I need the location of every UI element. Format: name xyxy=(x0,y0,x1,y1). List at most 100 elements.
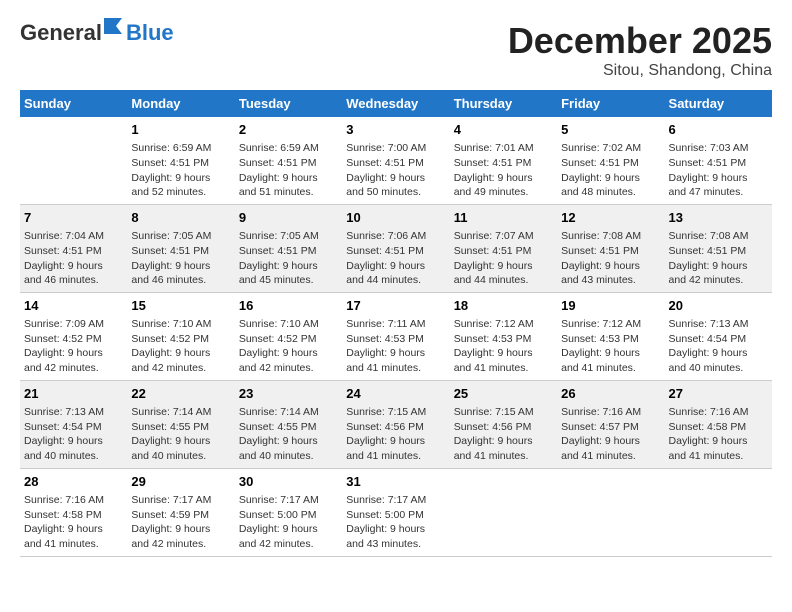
day-info: Sunrise: 7:11 AMSunset: 4:53 PMDaylight:… xyxy=(346,317,445,376)
calendar-cell: 4 Sunrise: 7:01 AMSunset: 4:51 PMDaylight… xyxy=(450,117,557,204)
page-title: December 2025 xyxy=(508,20,772,62)
calendar-cell: 14 Sunrise: 7:09 AMSunset: 4:52 PMDayligh… xyxy=(20,292,127,380)
header-wednesday: Wednesday xyxy=(342,90,449,117)
calendar-cell: 28 Sunrise: 7:16 AMSunset: 4:58 PMDayligh… xyxy=(20,468,127,556)
calendar-cell: 19Sunrise: 7:12 AMSunset: 4:53 PMDayligh… xyxy=(557,292,664,380)
day-number: 31 xyxy=(346,473,445,491)
day-number: 13 xyxy=(669,209,768,227)
day-info: Sunrise: 7:05 AMSunset: 4:51 PMDaylight:… xyxy=(239,229,338,288)
day-number: 11 xyxy=(454,209,553,227)
day-info: Sunrise: 7:05 AMSunset: 4:51 PMDaylight:… xyxy=(131,229,230,288)
day-info: Sunrise: 7:15 AMSunset: 4:56 PMDaylight:… xyxy=(346,405,445,464)
calendar-cell: 27 Sunrise: 7:16 AMSunset: 4:58 PMDayligh… xyxy=(665,380,772,468)
day-info: Sunrise: 7:15 AMSunset: 4:56 PMDaylight:… xyxy=(454,405,553,464)
day-number: 8 xyxy=(131,209,230,227)
calendar-cell: 1 Sunrise: 6:59 AMSunset: 4:51 PMDaylight… xyxy=(127,117,234,204)
day-info: Sunrise: 7:03 AMSunset: 4:51 PMDaylight:… xyxy=(669,141,768,200)
calendar-cell: 2Sunrise: 6:59 AMSunset: 4:51 PMDaylight… xyxy=(235,117,342,204)
day-number: 15 xyxy=(131,297,230,315)
calendar-cell: 5 Sunrise: 7:02 AMSunset: 4:51 PMDaylight… xyxy=(557,117,664,204)
calendar-cell: 13 Sunrise: 7:08 AMSunset: 4:51 PMDayligh… xyxy=(665,204,772,292)
day-number: 16 xyxy=(239,297,338,315)
calendar-cell: 8 Sunrise: 7:05 AMSunset: 4:51 PMDaylight… xyxy=(127,204,234,292)
calendar-week-row: 21 Sunrise: 7:13 AMSunset: 4:54 PMDayligh… xyxy=(20,380,772,468)
calendar-cell xyxy=(450,468,557,556)
page-header: General Blue December 2025 Sitou, Shando… xyxy=(20,20,772,80)
header-tuesday: Tuesday xyxy=(235,90,342,117)
logo-flag-icon xyxy=(104,18,126,34)
calendar-cell: 26 Sunrise: 7:16 AMSunset: 4:57 PMDayligh… xyxy=(557,380,664,468)
day-number: 5 xyxy=(561,121,660,139)
day-info: Sunrise: 6:59 AMSunset: 4:51 PMDaylight:… xyxy=(131,141,230,200)
day-number: 28 xyxy=(24,473,123,491)
day-info: Sunrise: 7:14 AMSunset: 4:55 PMDaylight:… xyxy=(239,405,338,464)
calendar-cell: 9 Sunrise: 7:05 AMSunset: 4:51 PMDaylight… xyxy=(235,204,342,292)
calendar-cell: 17 Sunrise: 7:11 AMSunset: 4:53 PMDayligh… xyxy=(342,292,449,380)
day-number: 19 xyxy=(561,297,660,315)
day-number: 17 xyxy=(346,297,445,315)
calendar-cell: 31Sunrise: 7:17 AMSunset: 5:00 PMDayligh… xyxy=(342,468,449,556)
day-info: Sunrise: 7:07 AMSunset: 4:51 PMDaylight:… xyxy=(454,229,553,288)
day-number: 7 xyxy=(24,209,123,227)
logo: General Blue xyxy=(20,20,174,46)
day-number: 22 xyxy=(131,385,230,403)
days-of-week-row: Sunday Monday Tuesday Wednesday Thursday… xyxy=(20,90,772,117)
day-number: 12 xyxy=(561,209,660,227)
day-number: 30 xyxy=(239,473,338,491)
calendar-cell: 16 Sunrise: 7:10 AMSunset: 4:52 PMDayligh… xyxy=(235,292,342,380)
day-number: 20 xyxy=(669,297,768,315)
day-number: 14 xyxy=(24,297,123,315)
day-number: 29 xyxy=(131,473,230,491)
day-number: 3 xyxy=(346,121,445,139)
calendar-cell: 15 Sunrise: 7:10 AMSunset: 4:52 PMDayligh… xyxy=(127,292,234,380)
day-info: Sunrise: 7:16 AMSunset: 4:57 PMDaylight:… xyxy=(561,405,660,464)
day-info: Sunrise: 7:09 AMSunset: 4:52 PMDaylight:… xyxy=(24,317,123,376)
calendar-cell: 20 Sunrise: 7:13 AMSunset: 4:54 PMDayligh… xyxy=(665,292,772,380)
calendar-week-row: 7 Sunrise: 7:04 AMSunset: 4:51 PMDaylight… xyxy=(20,204,772,292)
calendar-week-row: 14 Sunrise: 7:09 AMSunset: 4:52 PMDayligh… xyxy=(20,292,772,380)
day-number: 4 xyxy=(454,121,553,139)
day-number: 25 xyxy=(454,385,553,403)
page-subtitle: Sitou, Shandong, China xyxy=(508,62,772,80)
day-info: Sunrise: 7:08 AMSunset: 4:51 PMDaylight:… xyxy=(669,229,768,288)
day-number: 1 xyxy=(131,121,230,139)
calendar-table: Sunday Monday Tuesday Wednesday Thursday… xyxy=(20,90,772,557)
day-number: 6 xyxy=(669,121,768,139)
day-info: Sunrise: 7:04 AMSunset: 4:51 PMDaylight:… xyxy=(24,229,123,288)
calendar-cell: 30 Sunrise: 7:17 AMSunset: 5:00 PMDayligh… xyxy=(235,468,342,556)
calendar-cell: 21 Sunrise: 7:13 AMSunset: 4:54 PMDayligh… xyxy=(20,380,127,468)
day-number: 18 xyxy=(454,297,553,315)
day-info: Sunrise: 7:13 AMSunset: 4:54 PMDaylight:… xyxy=(669,317,768,376)
calendar-week-row: 1 Sunrise: 6:59 AMSunset: 4:51 PMDaylight… xyxy=(20,117,772,204)
title-block: December 2025 Sitou, Shandong, China xyxy=(508,20,772,80)
calendar-cell: 25 Sunrise: 7:15 AMSunset: 4:56 PMDayligh… xyxy=(450,380,557,468)
day-number: 27 xyxy=(669,385,768,403)
day-info: Sunrise: 7:16 AMSunset: 4:58 PMDaylight:… xyxy=(669,405,768,464)
calendar-header: Sunday Monday Tuesday Wednesday Thursday… xyxy=(20,90,772,117)
calendar-cell: 23 Sunrise: 7:14 AMSunset: 4:55 PMDayligh… xyxy=(235,380,342,468)
day-number: 23 xyxy=(239,385,338,403)
calendar-cell: 7 Sunrise: 7:04 AMSunset: 4:51 PMDaylight… xyxy=(20,204,127,292)
day-info: Sunrise: 7:01 AMSunset: 4:51 PMDaylight:… xyxy=(454,141,553,200)
day-info: Sunrise: 7:17 AMSunset: 4:59 PMDaylight:… xyxy=(131,493,230,552)
day-number: 24 xyxy=(346,385,445,403)
calendar-cell: 18Sunrise: 7:12 AMSunset: 4:53 PMDayligh… xyxy=(450,292,557,380)
day-number: 26 xyxy=(561,385,660,403)
day-info: Sunrise: 7:10 AMSunset: 4:52 PMDaylight:… xyxy=(239,317,338,376)
calendar-cell xyxy=(20,117,127,204)
day-info: Sunrise: 7:08 AMSunset: 4:51 PMDaylight:… xyxy=(561,229,660,288)
day-number: 21 xyxy=(24,385,123,403)
day-info: Sunrise: 7:17 AMSunset: 5:00 PMDaylight:… xyxy=(239,493,338,552)
day-info: Sunrise: 7:13 AMSunset: 4:54 PMDaylight:… xyxy=(24,405,123,464)
logo-text-blue: Blue xyxy=(126,20,174,45)
header-friday: Friday xyxy=(557,90,664,117)
day-number: 9 xyxy=(239,209,338,227)
day-info: Sunrise: 7:16 AMSunset: 4:58 PMDaylight:… xyxy=(24,493,123,552)
day-info: Sunrise: 7:10 AMSunset: 4:52 PMDaylight:… xyxy=(131,317,230,376)
day-info: Sunrise: 7:02 AMSunset: 4:51 PMDaylight:… xyxy=(561,141,660,200)
header-thursday: Thursday xyxy=(450,90,557,117)
calendar-week-row: 28 Sunrise: 7:16 AMSunset: 4:58 PMDayligh… xyxy=(20,468,772,556)
header-monday: Monday xyxy=(127,90,234,117)
day-info: Sunrise: 6:59 AMSunset: 4:51 PMDaylight:… xyxy=(239,141,338,200)
calendar-cell xyxy=(665,468,772,556)
